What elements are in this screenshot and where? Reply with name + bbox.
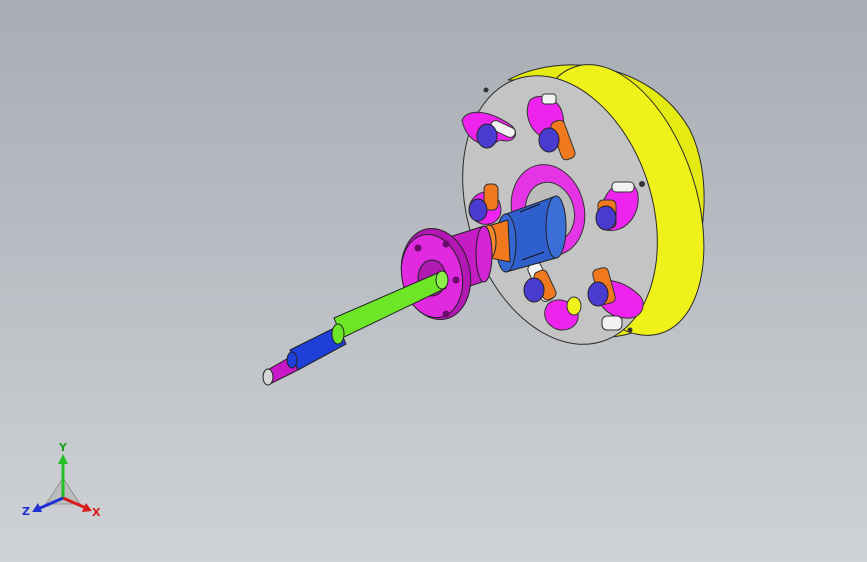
x-axis-label: X [92, 506, 101, 519]
shaft[interactable] [262, 270, 449, 386]
3d-viewport[interactable]: Y X Z [0, 0, 867, 562]
axis-triad[interactable]: Y X Z [20, 440, 110, 530]
assembly-model[interactable] [0, 0, 867, 562]
z-axis-label: Z [22, 505, 30, 518]
y-axis-label: Y [58, 441, 68, 454]
